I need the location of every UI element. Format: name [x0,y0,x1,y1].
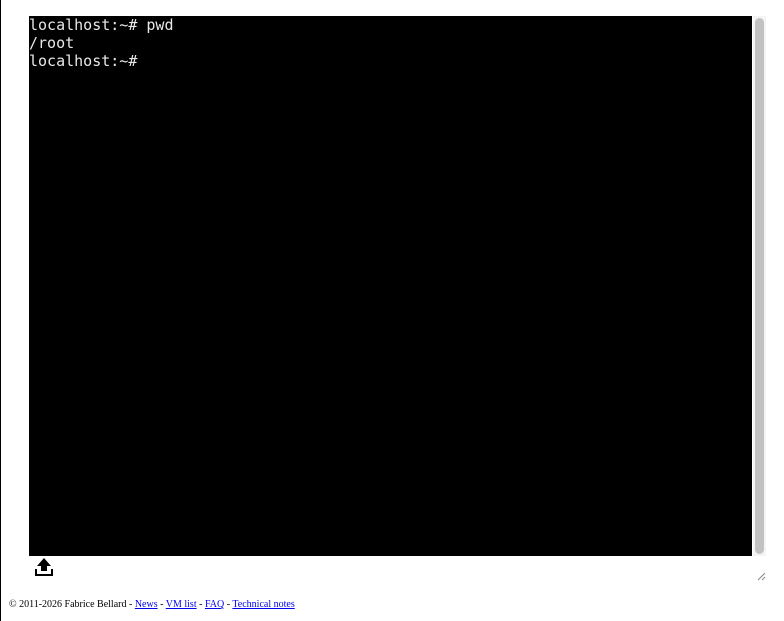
scrollbar-thumb[interactable] [755,18,764,554]
news-link[interactable]: News [135,599,158,610]
resize-handle[interactable] [756,568,766,581]
terminal-line: localhost:~# [29,52,147,70]
copyright-text: © 2011-2026 Fabrice Bellard [9,599,127,610]
upload-icon [35,558,53,576]
terminal-container: localhost:~# pwd /root localhost:~# [29,16,766,581]
terminal-screen[interactable]: localhost:~# pwd /root localhost:~# [29,16,752,556]
terminal-scrollbar[interactable] [753,16,766,556]
vm-list-link[interactable]: VM list [166,599,197,610]
page-left-border [0,0,1,621]
upload-button[interactable] [34,557,54,577]
technical-notes-link[interactable]: Technical notes [232,599,294,610]
faq-link[interactable]: FAQ [205,599,224,610]
terminal-line: /root [29,34,75,52]
footer: © 2011-2026 Fabrice Bellard - News - VM … [9,599,295,610]
terminal-line: localhost:~# pwd [29,16,174,34]
